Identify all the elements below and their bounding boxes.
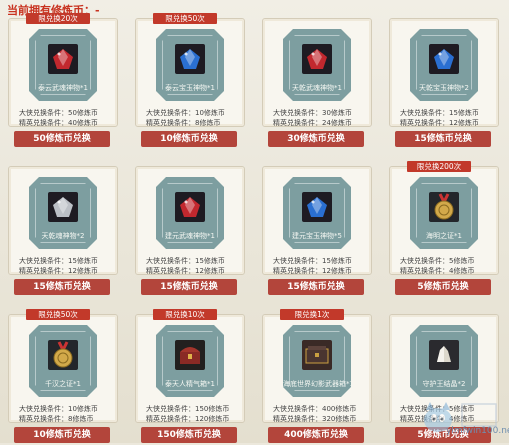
item-frame: 天乾武魂神物*1 — [283, 29, 351, 101]
elite-condition: 精英兑换条件：40修炼币 — [19, 119, 98, 127]
elite-condition: 精英兑换条件：8修炼币 — [19, 415, 94, 423]
card-panel: 千汉之证*1 大侠兑换条件：10修炼币 精英兑换条件：8修炼币 — [8, 314, 118, 423]
item-frame: 海明之证*1 — [410, 177, 478, 249]
item-name: 泰云武魂神物*1 — [38, 84, 88, 92]
exchange-card: 泰云宝玉神物*1 大侠兑换条件：10修炼币 精英兑换条件：8修炼币 限兑换50次 10修… — [131, 13, 247, 149]
elite-condition: 精英兑换条件：120修炼币 — [146, 415, 230, 423]
exchange-button[interactable]: 10修炼币兑换 — [141, 131, 237, 147]
elite-condition: 精英兑换条件：4修炼币 — [400, 267, 475, 275]
item-name: 海明之证*1 — [426, 232, 462, 240]
item-frame: 海底世界幻影武器箱*1 — [283, 325, 351, 397]
card-panel: 天乾魂神物*2 大侠兑换条件：15修炼币 精英兑换条件：12修炼币 — [8, 166, 118, 275]
limit-badge: 限兑换50次 — [26, 309, 90, 320]
exchange-card: 建元宝玉神物*5 大侠兑换条件：15修炼币 精英兑换条件：12修炼币 15修炼币兑换 — [258, 161, 374, 297]
gold-medal-icon — [48, 340, 78, 370]
hero-condition: 大侠兑换条件：10修炼币 — [19, 405, 98, 413]
chest-icon — [175, 340, 205, 370]
item-frame: 千汉之证*1 — [29, 325, 97, 397]
elite-condition: 精英兑换条件：12修炼币 — [400, 119, 479, 127]
item-name: 守护王结晶*2 — [422, 380, 466, 388]
hero-condition: 大侠兑换条件：15修炼币 — [19, 257, 98, 265]
item-frame: 守护王结晶*2 — [410, 325, 478, 397]
watermark-text: ylmfwin100.net — [446, 426, 509, 436]
exchange-card: 天乾宝玉神物*2 大侠兑换条件：15修炼币 精英兑换条件：12修炼币 15修炼币兑换 — [385, 13, 501, 149]
exchange-button[interactable]: 50修炼币兑换 — [14, 131, 110, 147]
limit-badge: 限兑换1次 — [280, 309, 344, 320]
exchange-button[interactable]: 5修炼币兑换 — [395, 279, 491, 295]
blue-gem-icon — [175, 44, 205, 74]
exchange-button[interactable]: 400修炼币兑换 — [268, 427, 364, 443]
limit-badge: 限兑换10次 — [153, 309, 217, 320]
gold-medal-icon — [429, 192, 459, 222]
card-panel: 海底世界幻影武器箱*1 大侠兑换条件：400修炼币 精英兑换条件：320修炼币 — [262, 314, 372, 423]
silver-gem-icon — [48, 192, 78, 222]
exchange-card: 泰天人精气箱*1 大侠兑换条件：150修炼币 精英兑换条件：120修炼币 限兑换10次… — [131, 309, 247, 445]
hero-condition: 大侠兑换条件：5修炼币 — [400, 257, 475, 265]
hero-condition: 大侠兑换条件：30修炼币 — [273, 109, 352, 117]
elite-condition: 精英兑换条件：320修炼币 — [273, 415, 357, 423]
item-name: 泰云宝玉神物*1 — [165, 84, 215, 92]
exchange-card: 海明之证*1 大侠兑换条件：5修炼币 精英兑换条件：4修炼币 限兑换200次 5修炼币兑… — [385, 161, 501, 297]
item-name: 天乾武魂神物*1 — [292, 84, 342, 92]
item-name: 泰天人精气箱*1 — [165, 380, 215, 388]
item-frame: 泰云武魂神物*1 — [29, 29, 97, 101]
exchange-button[interactable]: 150修炼币兑换 — [141, 427, 237, 443]
item-frame: 建元宝玉神物*5 — [283, 177, 351, 249]
limit-badge: 限兑换200次 — [407, 161, 471, 172]
exchange-button[interactable]: 10修炼币兑换 — [14, 427, 110, 443]
exchange-button[interactable]: 15修炼币兑换 — [14, 279, 110, 295]
card-panel: 泰云宝玉神物*1 大侠兑换条件：10修炼币 精英兑换条件：8修炼币 — [135, 18, 245, 127]
card-panel: 建元宝玉神物*5 大侠兑换条件：15修炼币 精英兑换条件：12修炼币 — [262, 166, 372, 275]
exchange-card: 泰云武魂神物*1 大侠兑换条件：50修炼币 精英兑换条件：40修炼币 限兑换20次 50… — [4, 13, 120, 149]
hero-condition: 大侠兑换条件：15修炼币 — [400, 109, 479, 117]
elite-condition: 精英兑换条件：24修炼币 — [273, 119, 352, 127]
hero-condition: 大侠兑换条件：400修炼币 — [273, 405, 357, 413]
exchange-page: 当前拥有修炼币：- 泰云武魂神物*1 大侠兑换条件：50修炼币 精英兑换条件：40修… — [0, 0, 509, 443]
item-name: 千汉之证*1 — [45, 380, 81, 388]
card-panel: 泰云武魂神物*1 大侠兑换条件：50修炼币 精英兑换条件：40修炼币 — [8, 18, 118, 127]
card-panel: 泰天人精气箱*1 大侠兑换条件：150修炼币 精英兑换条件：120修炼币 — [135, 314, 245, 423]
hero-condition: 大侠兑换条件：15修炼币 — [146, 257, 225, 265]
elite-condition: 精英兑换条件：12修炼币 — [273, 267, 352, 275]
item-frame: 天乾魂神物*2 — [29, 177, 97, 249]
limit-badge: 限兑换50次 — [153, 13, 217, 24]
item-frame: 天乾宝玉神物*2 — [410, 29, 478, 101]
item-name: 天乾宝玉神物*2 — [419, 84, 469, 92]
exchange-card: 天乾魂神物*2 大侠兑换条件：15修炼币 精英兑换条件：12修炼币 15修炼币兑换 — [4, 161, 120, 297]
card-panel: 建元武魂神物*1 大侠兑换条件：15修炼币 精英兑换条件：12修炼币 — [135, 166, 245, 275]
item-frame: 泰天人精气箱*1 — [156, 325, 224, 397]
hero-condition: 大侠兑换条件：10修炼币 — [146, 109, 225, 117]
elite-condition: 精英兑换条件：12修炼币 — [19, 267, 98, 275]
item-frame: 建元武魂神物*1 — [156, 177, 224, 249]
card-panel: 天乾宝玉神物*2 大侠兑换条件：15修炼币 精英兑换条件：12修炼币 — [389, 18, 499, 127]
exchange-button[interactable]: 15修炼币兑换 — [141, 279, 237, 295]
red-gem-icon — [48, 44, 78, 74]
exchange-card: 天乾武魂神物*1 大侠兑换条件：30修炼币 精英兑换条件：24修炼币 30修炼币兑换 — [258, 13, 374, 149]
item-name: 海底世界幻影武器箱*1 — [283, 380, 354, 388]
card-panel: 天乾武魂神物*1 大侠兑换条件：30修炼币 精英兑换条件：24修炼币 — [262, 18, 372, 127]
elite-condition: 精英兑换条件：8修炼币 — [146, 119, 221, 127]
exchange-button[interactable]: 15修炼币兑换 — [268, 279, 364, 295]
exchange-button[interactable]: 30修炼币兑换 — [268, 131, 364, 147]
hero-condition: 大侠兑换条件：50修炼币 — [19, 109, 98, 117]
crystal-icon — [429, 340, 459, 370]
item-frame: 泰云宝玉神物*1 — [156, 29, 224, 101]
exchange-card: 建元武魂神物*1 大侠兑换条件：15修炼币 精英兑换条件：12修炼币 15修炼币兑换 — [131, 161, 247, 297]
blue-gem-icon — [429, 44, 459, 74]
elite-condition: 精英兑换条件：12修炼币 — [146, 267, 225, 275]
item-name: 建元武魂神物*1 — [165, 232, 215, 240]
blue-gem-icon — [302, 192, 332, 222]
red-gem-icon — [302, 44, 332, 74]
item-name: 建元宝玉神物*5 — [292, 232, 342, 240]
exchange-card: 千汉之证*1 大侠兑换条件：10修炼币 精英兑换条件：8修炼币 限兑换50次 10修炼币… — [4, 309, 120, 445]
exchange-card: 海底世界幻影武器箱*1 大侠兑换条件：400修炼币 精英兑换条件：320修炼币 限兑换… — [258, 309, 374, 445]
hero-condition: 大侠兑换条件：150修炼币 — [146, 405, 230, 413]
exchange-button[interactable]: 15修炼币兑换 — [395, 131, 491, 147]
card-panel: 海明之证*1 大侠兑换条件：5修炼币 精英兑换条件：4修炼币 — [389, 166, 499, 275]
case-icon — [302, 340, 332, 370]
red-gem-icon — [175, 192, 205, 222]
item-name: 天乾魂神物*2 — [41, 232, 85, 240]
limit-badge: 限兑换20次 — [26, 13, 90, 24]
hero-condition: 大侠兑换条件：15修炼币 — [273, 257, 352, 265]
